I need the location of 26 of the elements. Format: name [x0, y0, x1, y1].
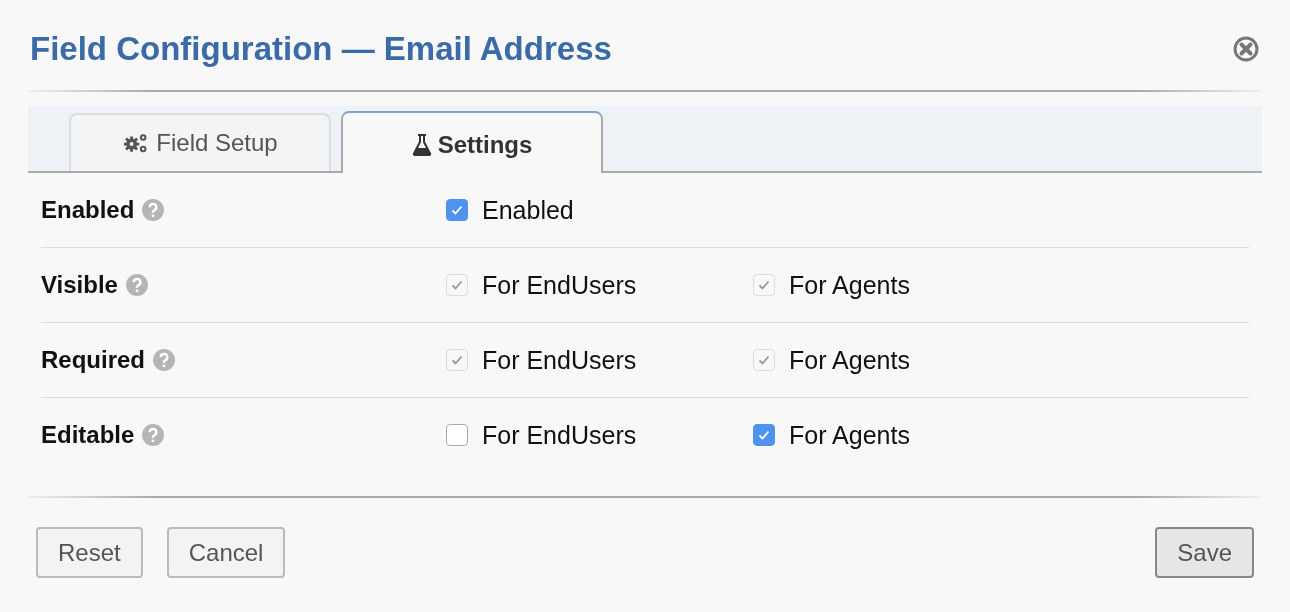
footer-button[interactable]: Cancel [166, 527, 286, 578]
checkbox-label: For Agents [789, 345, 910, 375]
checkbox[interactable] [446, 199, 468, 221]
save-button[interactable]: Save [1155, 527, 1254, 578]
checkbox-label: For Agents [789, 270, 910, 300]
checkbox-label: For EndUsers [482, 420, 637, 450]
help-icon[interactable] [125, 274, 148, 296]
flask-icon [411, 134, 432, 156]
footer-button[interactable]: Reset [36, 527, 143, 578]
checkbox-label: For EndUsers [482, 270, 637, 300]
help-icon[interactable] [153, 349, 175, 371]
dialog-title: Field Configuration — Email Address [30, 30, 612, 68]
close-icon[interactable] [1232, 35, 1260, 63]
tab[interactable]: Settings [341, 111, 603, 173]
help-icon[interactable] [142, 424, 165, 446]
field-label: Visible [41, 271, 118, 299]
field-label: Required [41, 346, 145, 374]
tab[interactable]: Field Setup [69, 113, 331, 171]
field-label: Enabled [41, 196, 135, 224]
checkbox[interactable] [753, 424, 775, 446]
checkbox[interactable] [446, 424, 468, 446]
field-label: Editable [41, 421, 135, 449]
help-icon[interactable] [142, 199, 165, 221]
checkbox-label: For Agents [789, 420, 910, 450]
checkbox-label: Enabled [482, 195, 574, 225]
checkbox-label: For EndUsers [482, 345, 637, 375]
